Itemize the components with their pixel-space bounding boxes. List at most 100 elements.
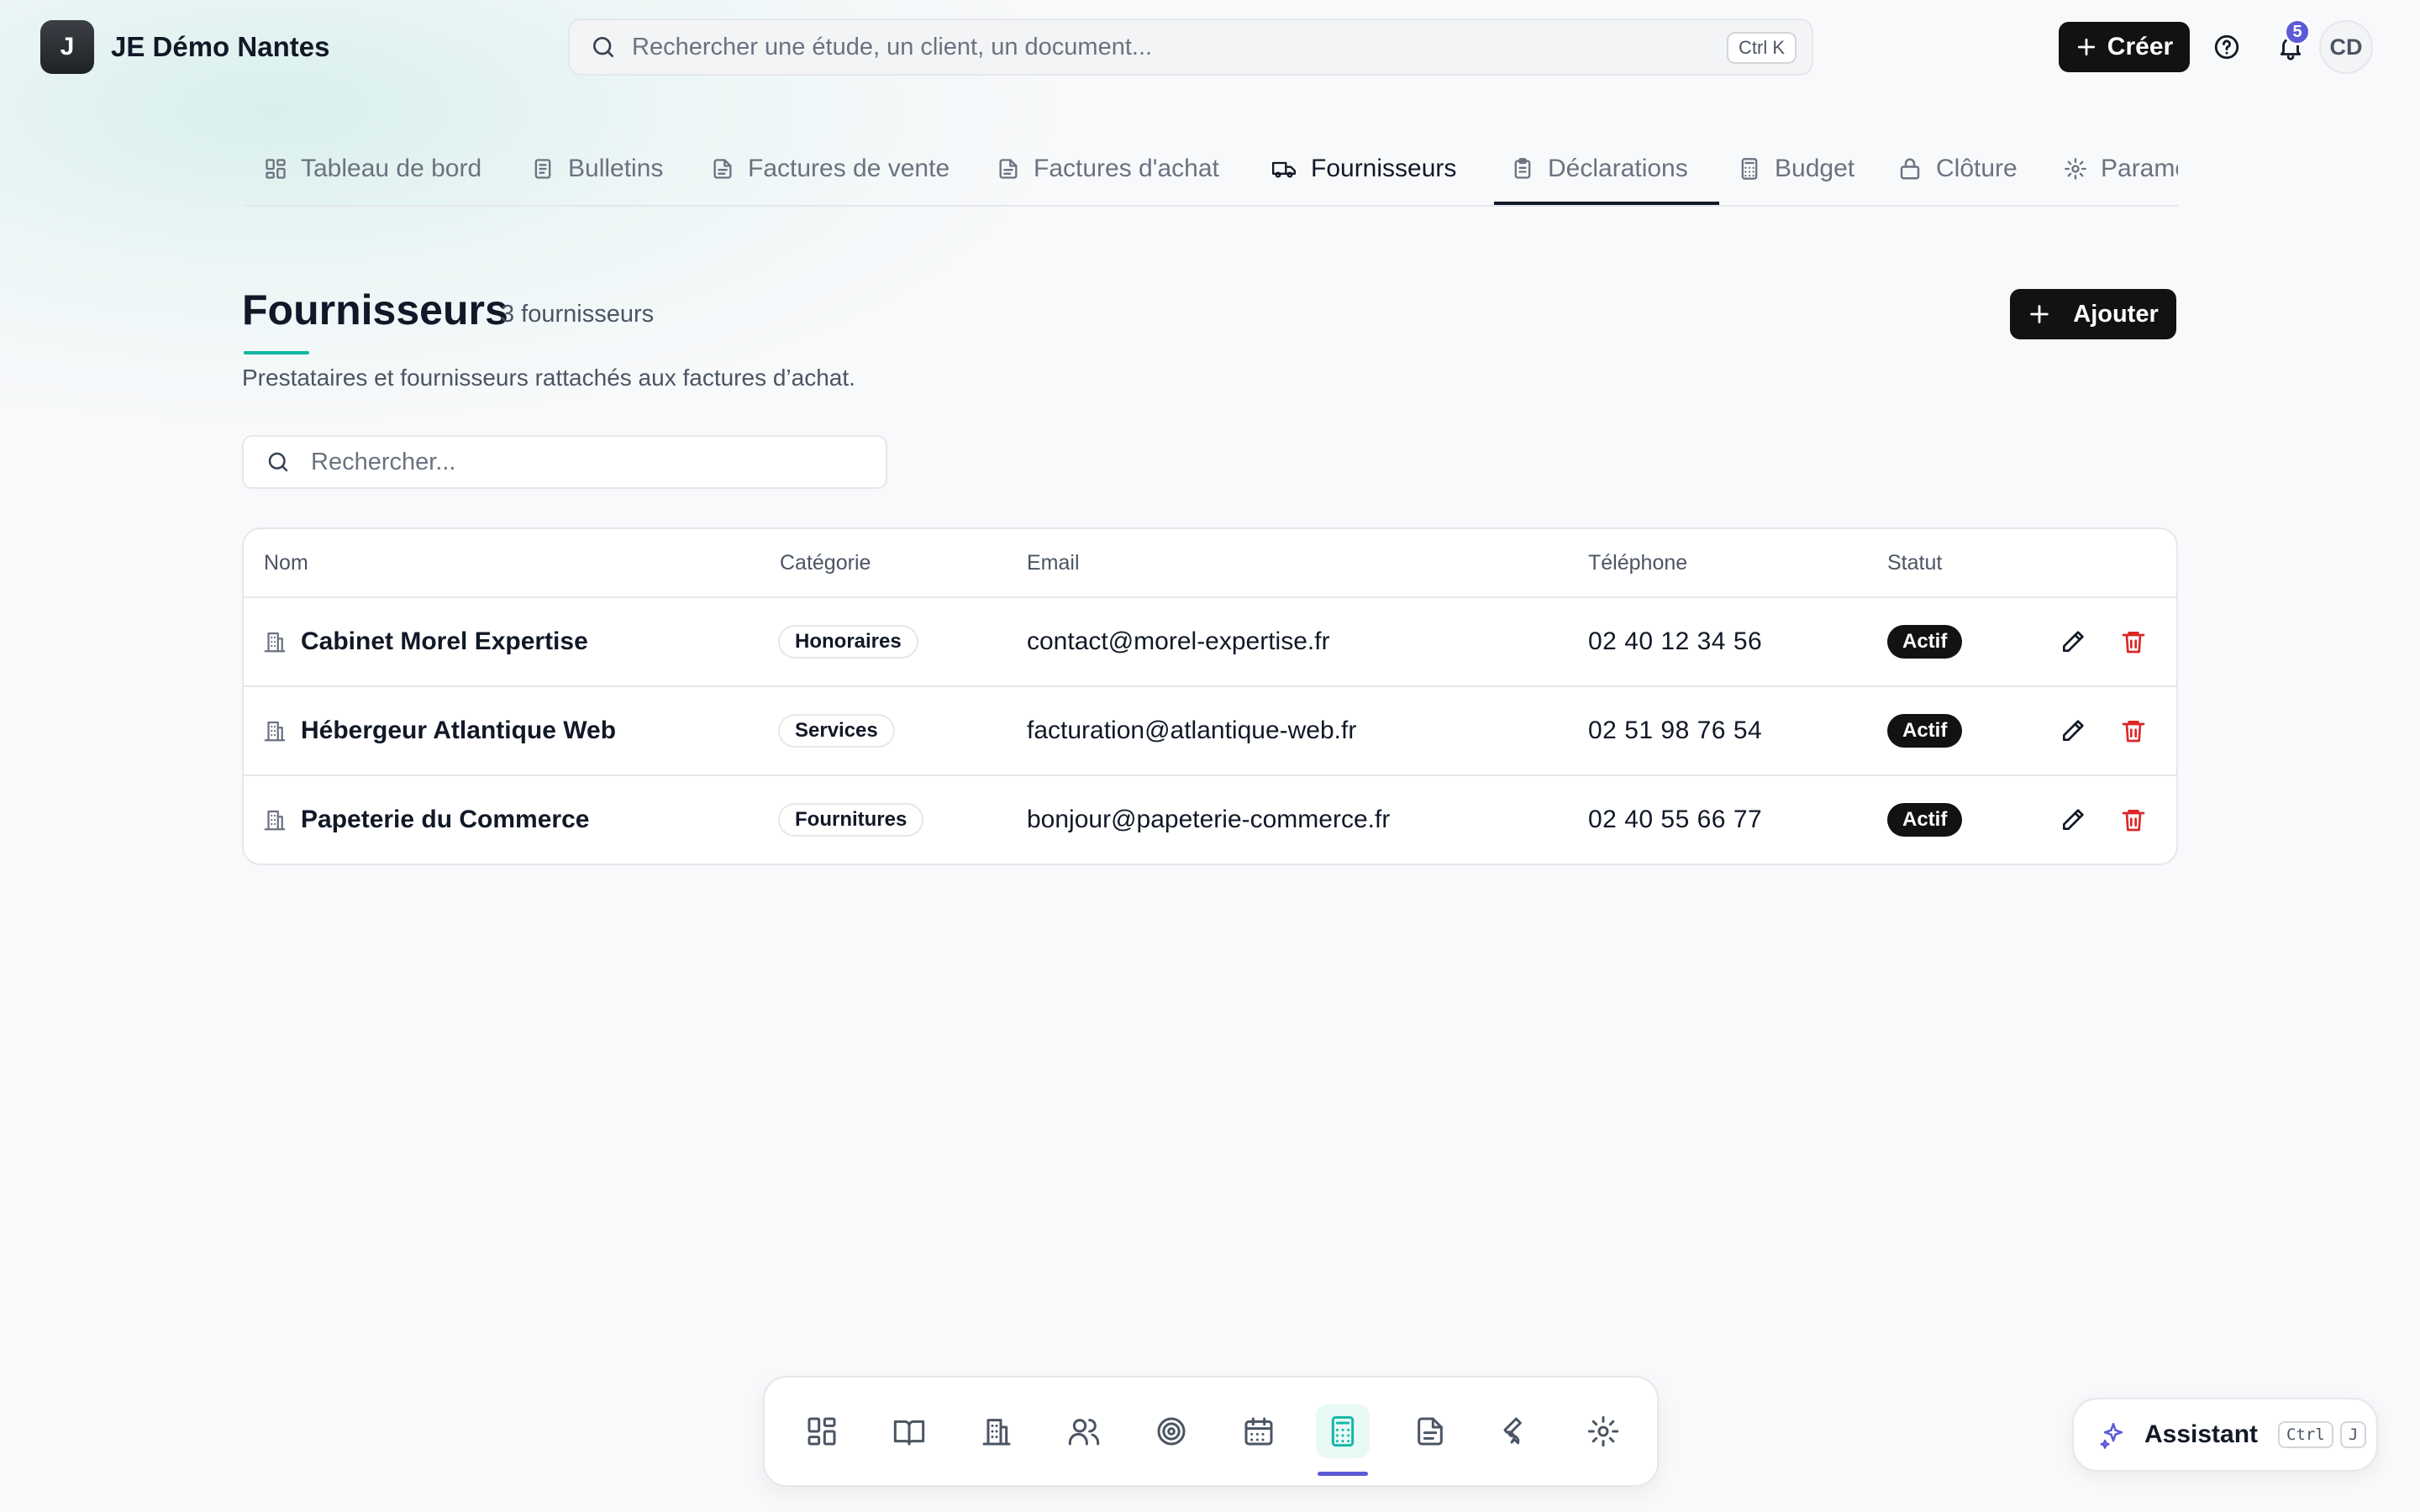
tab-fournisseurs[interactable]: Fournisseurs [1270, 133, 1456, 205]
dock-item-dashboard[interactable] [795, 1404, 849, 1458]
category-cell: Fournitures [778, 776, 924, 864]
pencil-icon [2063, 631, 2084, 652]
avatar[interactable]: CD [2319, 20, 2373, 74]
tab-tableau-de-bord[interactable]: Tableau de bord [264, 133, 481, 205]
edit-button[interactable] [2055, 802, 2091, 837]
help-button[interactable] [2207, 27, 2247, 67]
column-header-nom[interactable]: Nom [264, 551, 308, 575]
assistant-label: Assistant [2144, 1420, 2259, 1448]
tab-budget[interactable]: Budget [1738, 133, 1854, 205]
tab-label: Déclarations [1548, 155, 1688, 182]
file-icon [999, 159, 1018, 179]
tab-label: Clôture [1936, 155, 2018, 182]
dock-item-finance[interactable] [1316, 1404, 1370, 1458]
edit-button[interactable] [2055, 713, 2091, 748]
edit-button[interactable] [2055, 624, 2091, 659]
calculator-icon [1331, 1415, 1355, 1447]
building-icon [264, 810, 286, 831]
status-badge: Actif [1887, 803, 1963, 837]
global-search-input[interactable]: Rechercher une étude, un client, un docu… [568, 18, 1813, 76]
tab-bulletins[interactable]: Bulletins [531, 133, 663, 205]
supplier-phone: 02 51 98 76 54 [1588, 717, 1763, 744]
lock-icon [1900, 158, 1920, 180]
tab-factures-d-achat[interactable]: Factures d'achat [997, 133, 1219, 205]
dock-item-tools[interactable] [1491, 1404, 1544, 1458]
assistant-shortcut-key: Ctrl [2278, 1421, 2333, 1448]
notification-badge: 5 [2284, 18, 2311, 45]
create-button-label: Créer [2107, 33, 2174, 60]
column-header-statut[interactable]: Statut [1887, 551, 1942, 575]
wrench-icon [1503, 1417, 1522, 1445]
column-header-categorie[interactable]: Catégorie [780, 551, 871, 575]
search-icon [266, 449, 291, 475]
truck-icon [1271, 161, 1296, 178]
page-subtitle: Prestataires et fournisseurs rattachés a… [242, 365, 855, 391]
dock-item-book[interactable] [882, 1404, 936, 1458]
delete-button[interactable] [2116, 624, 2151, 659]
dock-item-users[interactable] [1057, 1404, 1111, 1458]
column-header-email[interactable]: Email [1027, 551, 1080, 575]
dock-item-clients[interactable] [970, 1404, 1023, 1458]
suppliers-table: Nom Catégorie Email Téléphone Statut Cab… [242, 528, 2178, 865]
building-icon [264, 632, 286, 653]
column-header-telephone[interactable]: Téléphone [1588, 551, 1687, 575]
dock-item-settings[interactable] [1576, 1404, 1630, 1458]
trash-icon [2122, 810, 2145, 832]
dock-active-indicator [1318, 1472, 1368, 1476]
table-row[interactable]: Hébergeur Atlantique Web Services factur… [244, 687, 2176, 776]
tab-parametres[interactable]: Paramètres [2064, 133, 2178, 205]
table-row[interactable]: Cabinet Morel Expertise Honoraires conta… [244, 598, 2176, 687]
category-badge: Services [778, 714, 895, 748]
supplier-name-cell: Cabinet Morel Expertise [262, 598, 588, 685]
tab-declarations[interactable]: Déclarations [1511, 133, 1688, 205]
supplier-email: contact@morel-expertise.fr [1027, 627, 1330, 655]
status-cell: Actif [1887, 687, 1963, 774]
category-badge: Honoraires [778, 625, 918, 659]
page-title: Fournisseurs [242, 286, 508, 333]
trash-icon [2122, 632, 2145, 654]
active-tab-indicator [1494, 202, 1719, 205]
search-shortcut: Ctrl K [1727, 32, 1797, 64]
tab-cloture[interactable]: Clôture [1897, 133, 2018, 205]
supplier-search-input[interactable]: Rechercher... [242, 435, 887, 489]
app-name: JE Démo Nantes [111, 31, 330, 62]
dashboard-icon [808, 1417, 836, 1446]
dock-item-documents[interactable] [1403, 1404, 1457, 1458]
supplier-email: bonjour@papeterie-commerce.fr [1027, 806, 1391, 833]
add-supplier-button[interactable]: Ajouter [2010, 289, 2176, 339]
delete-button[interactable] [2116, 713, 2151, 748]
building-icon [982, 1419, 1011, 1446]
calculator-icon [1741, 158, 1758, 180]
document-icon [534, 159, 551, 179]
users-icon [1068, 1419, 1100, 1446]
plus-icon [2077, 38, 2095, 56]
file-icon [713, 159, 732, 179]
brand[interactable]: J JE Démo Nantes [40, 20, 329, 74]
supplier-email: facturation@atlantique-web.fr [1027, 717, 1357, 744]
supplier-count: 3 fournisseurs [501, 301, 655, 328]
assistant-button[interactable]: Assistant Ctrl J [2072, 1398, 2378, 1472]
tab-label: Factures de vente [748, 155, 950, 182]
tab-factures-de-vente[interactable]: Factures de vente [711, 133, 950, 205]
top-bar: J JE Démo Nantes Rechercher une étude, u… [0, 0, 2420, 94]
category-cell: Services [778, 687, 895, 774]
supplier-name-cell: Hébergeur Atlantique Web [262, 687, 616, 774]
supplier-name: Papeterie du Commerce [301, 806, 590, 833]
supplier-search-placeholder: Rechercher... [311, 448, 456, 475]
table-row[interactable]: Papeterie du Commerce Fournitures bonjou… [244, 776, 2176, 864]
file-icon [1418, 1417, 1443, 1446]
category-cell: Honoraires [778, 598, 918, 685]
building-icon [264, 721, 286, 742]
status-cell: Actif [1887, 776, 1963, 864]
status-badge: Actif [1887, 625, 1963, 659]
delete-button[interactable] [2116, 802, 2151, 837]
dock-item-target[interactable] [1144, 1404, 1198, 1458]
brand-logo: J [40, 20, 94, 74]
dock-item-calendar[interactable] [1232, 1404, 1286, 1458]
status-badge: Actif [1887, 714, 1963, 748]
tab-label: Bulletins [568, 155, 664, 182]
dashboard-icon [266, 159, 286, 179]
create-button[interactable]: Créer [2059, 22, 2190, 72]
sparkles-icon [2100, 1422, 2123, 1449]
table-header: Nom Catégorie Email Téléphone Statut [244, 529, 2176, 598]
